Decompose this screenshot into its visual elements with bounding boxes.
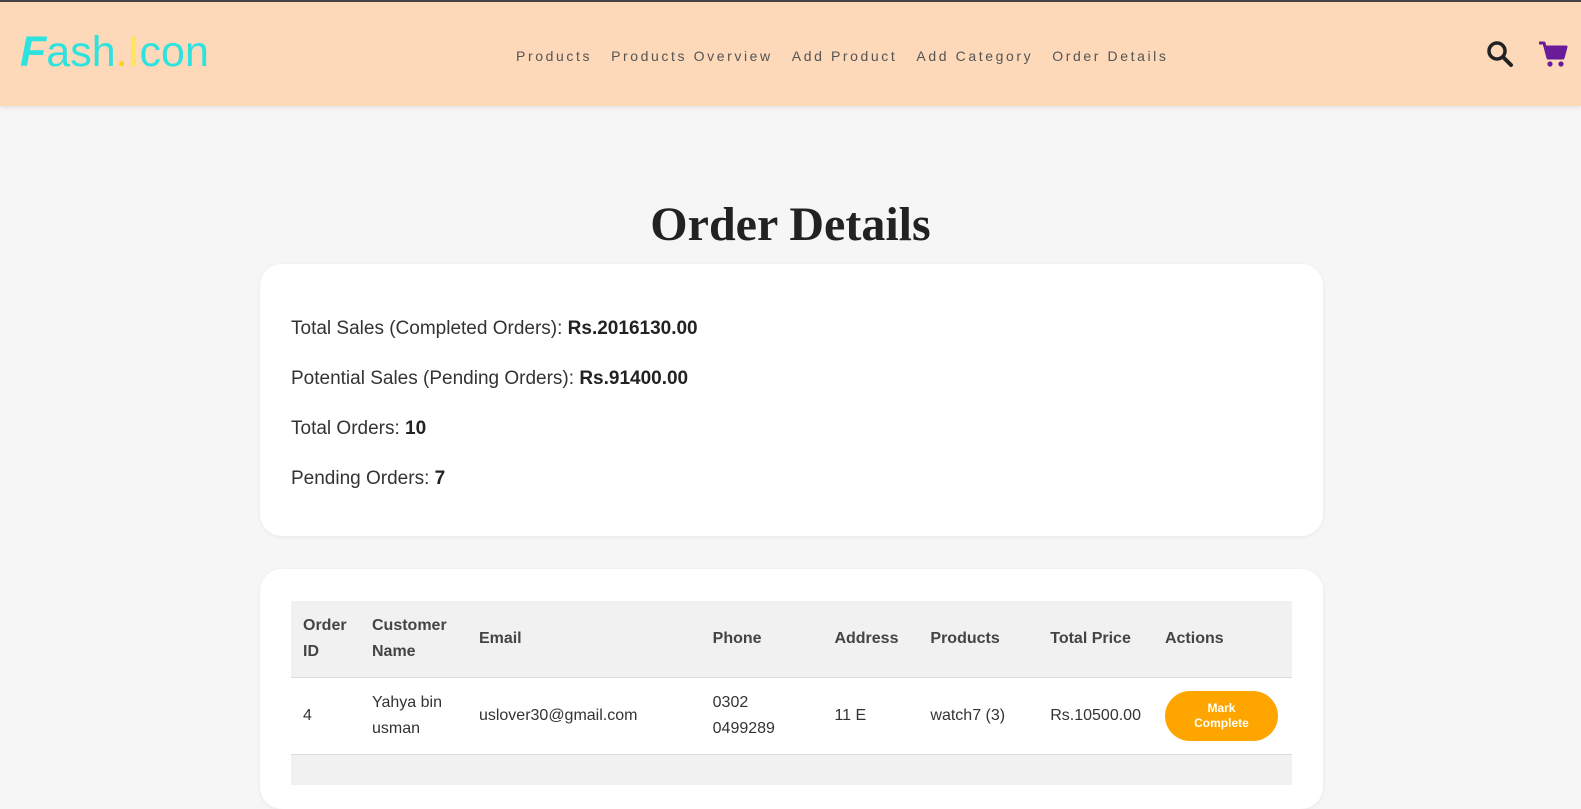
- header-actions: Actions: [1152, 601, 1292, 678]
- potential-sales-value: Rs.91400.00: [579, 368, 689, 389]
- header-address[interactable]: Address: [822, 601, 919, 678]
- mark-complete-button[interactable]: Mark Complete: [1164, 691, 1278, 741]
- search-icon[interactable]: [1486, 40, 1514, 68]
- site-header: Fash.Icon Products Products Overview Add…: [0, 0, 1581, 106]
- table-row: [291, 754, 1292, 785]
- cell-order-id: 4: [291, 677, 360, 755]
- header-phone[interactable]: Phone: [700, 601, 823, 678]
- total-sales-stat: Total Sales (Completed Orders): Rs.20161…: [291, 317, 698, 341]
- cell-actions: Mark Complete: [1152, 677, 1292, 755]
- potential-sales-label: Potential Sales (Pending Orders):: [291, 368, 580, 389]
- cell-address: 11 E: [822, 677, 919, 755]
- total-sales-value: Rs.2016130.00: [567, 318, 698, 339]
- nav-add-product[interactable]: Add Product: [792, 46, 898, 66]
- cell-products: watch7 (3): [918, 677, 1039, 755]
- nav-products-overview[interactable]: Products Overview: [611, 46, 773, 66]
- nav-products[interactable]: Products: [516, 46, 592, 66]
- cart-icon[interactable]: [1538, 39, 1568, 69]
- pending-orders-label: Pending Orders:: [291, 468, 435, 489]
- cell-total-price: Rs.10500.00: [1038, 677, 1153, 755]
- pending-orders-value: 7: [434, 468, 446, 489]
- logo-letter-i: I: [127, 28, 140, 76]
- nav-add-category[interactable]: Add Category: [916, 46, 1033, 66]
- header-total-price[interactable]: Total Price: [1038, 601, 1153, 678]
- header-customer-name[interactable]: Customer Name: [359, 601, 467, 678]
- page-title: Order Details: [650, 198, 931, 252]
- header-order-id[interactable]: Order ID: [291, 601, 360, 678]
- logo-text-ash: ash: [46, 28, 116, 76]
- pending-orders-stat: Pending Orders: 7: [291, 467, 445, 491]
- cell-email: uslover30@gmail.com: [466, 677, 701, 755]
- total-orders-label: Total Orders:: [291, 418, 406, 439]
- table-row: 4 Yahya bin usman uslover30@gmail.com 030…: [291, 677, 1292, 755]
- total-orders-stat: Total Orders: 10: [291, 417, 426, 441]
- main-nav: Products Products Overview Add Product A…: [516, 46, 1188, 66]
- logo-letter-f: F: [20, 28, 47, 76]
- total-orders-value: 10: [405, 418, 427, 439]
- total-sales-label: Total Sales (Completed Orders):: [291, 318, 568, 339]
- table-header-row: Order ID Customer Name Email Phone Address…: [291, 601, 1292, 678]
- orders-table: Order ID Customer Name Email Phone Address…: [291, 601, 1292, 785]
- logo-dot: .: [115, 28, 128, 76]
- logo-text-con: con: [139, 28, 209, 76]
- potential-sales-stat: Potential Sales (Pending Orders): Rs.914…: [291, 367, 688, 391]
- brand-logo[interactable]: Fash.Icon: [20, 28, 209, 76]
- header-email[interactable]: Email: [466, 601, 701, 678]
- nav-order-details[interactable]: Order Details: [1052, 46, 1168, 66]
- cell-phone: 0302 0499289: [700, 677, 823, 755]
- orders-table-card: Order ID Customer Name Email Phone Address…: [260, 569, 1323, 809]
- header-products[interactable]: Products: [918, 601, 1039, 678]
- sales-summary-card: Total Sales (Completed Orders): Rs.20161…: [260, 264, 1323, 536]
- cell-customer-name: Yahya bin usman: [359, 677, 467, 755]
